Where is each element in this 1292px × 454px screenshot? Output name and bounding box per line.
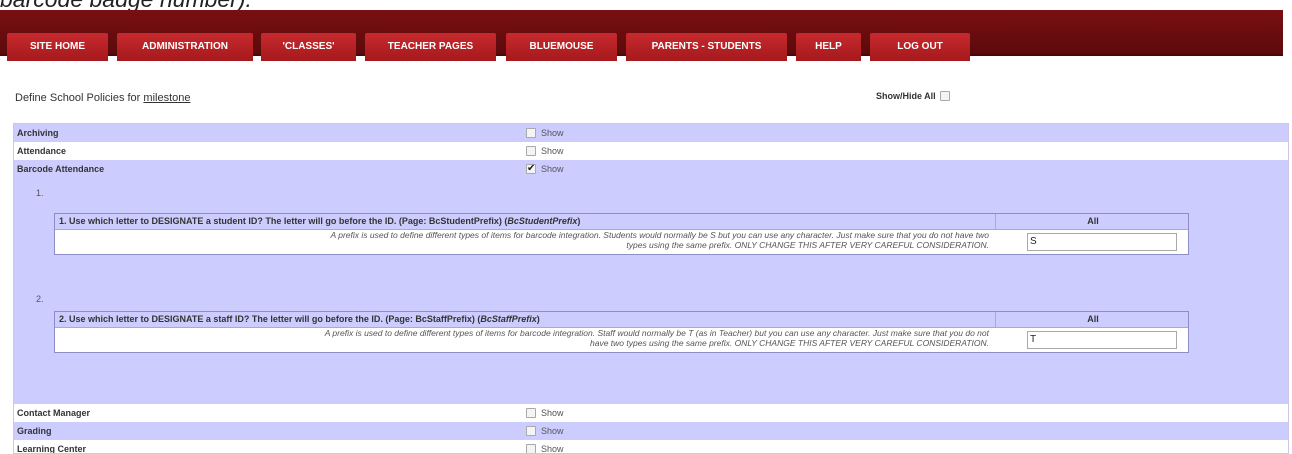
category-show-toggle[interactable]: ✔ Show — [526, 160, 564, 178]
show-checkbox[interactable] — [526, 408, 536, 418]
show-hide-all-checkbox[interactable] — [939, 91, 950, 101]
category-show-toggle[interactable]: Show — [526, 124, 564, 142]
category-row-archiving: Archiving Show — [14, 124, 1288, 142]
category-row-contact-manager: Contact Manager Show — [14, 404, 1288, 422]
setting-scope-header: All — [995, 214, 1190, 229]
category-show-toggle[interactable]: Show — [526, 404, 564, 422]
page-title: Define School Policies for milestone — [15, 92, 190, 104]
setting-card-staff-prefix: 2. Use which letter to DESIGNATE a staff… — [54, 311, 1189, 353]
show-label: Show — [541, 146, 564, 156]
setting-number: 2. — [36, 294, 44, 304]
category-label: Attendance — [17, 146, 67, 156]
category-row-barcode-attendance: Barcode Attendance ✔ Show — [14, 160, 1288, 178]
tab-administration[interactable]: ADMINISTRATION — [117, 33, 253, 61]
category-label: Grading — [17, 426, 52, 436]
setting-header: 1. Use which letter to DESIGNATE a stude… — [55, 214, 1188, 230]
top-navigation: SITE HOME ADMINISTRATION 'CLASSES' TEACH… — [0, 10, 1283, 61]
show-checkbox[interactable] — [526, 426, 536, 436]
tab-bluemouse[interactable]: BLUEMOUSE — [506, 33, 617, 61]
setting-number: 1. — [36, 188, 44, 198]
category-show-toggle[interactable]: Show — [526, 440, 564, 454]
category-label: Archiving — [17, 128, 59, 138]
tab-parents-students[interactable]: PARENTS - STUDENTS — [626, 33, 787, 61]
show-hide-all: Show/Hide All — [876, 91, 950, 101]
category-row-attendance: Attendance Show — [14, 142, 1288, 160]
setting-question: 1. Use which letter to DESIGNATE a stude… — [59, 216, 581, 226]
category-row-grading: Grading Show — [14, 422, 1288, 440]
setting-header: 2. Use which letter to DESIGNATE a staff… — [55, 312, 1188, 328]
tab-help[interactable]: HELP — [796, 33, 861, 61]
staff-prefix-input[interactable]: T — [1027, 331, 1177, 349]
show-label: Show — [541, 128, 564, 138]
setting-description: A prefix is used to define different typ… — [324, 328, 989, 348]
tab-site-home[interactable]: SITE HOME — [7, 33, 108, 61]
setting-card-student-prefix: 1. Use which letter to DESIGNATE a stude… — [54, 213, 1189, 255]
page-title-text: Define School Policies for — [15, 92, 141, 104]
school-link[interactable]: milestone — [143, 92, 190, 104]
show-checkbox[interactable] — [526, 146, 536, 156]
show-label: Show — [541, 408, 564, 418]
category-label: Contact Manager — [17, 408, 91, 418]
student-prefix-input[interactable]: S — [1027, 233, 1177, 251]
setting-description: A prefix is used to define different typ… — [330, 230, 989, 250]
category-row-learning-center: Learning Center Show — [14, 440, 1288, 454]
setting-question: 2. Use which letter to DESIGNATE a staff… — [59, 314, 540, 324]
barcode-attendance-settings: 1. 1. Use which letter to DESIGNATE a st… — [14, 178, 1288, 404]
category-show-toggle[interactable]: Show — [526, 422, 564, 440]
category-show-toggle[interactable]: Show — [526, 142, 564, 160]
show-checkbox[interactable] — [526, 128, 536, 138]
category-label: Learning Center — [17, 444, 87, 454]
tab-classes[interactable]: 'CLASSES' — [261, 33, 356, 61]
category-label: Barcode Attendance — [17, 164, 105, 174]
setting-scope-header: All — [995, 312, 1190, 327]
show-checkbox[interactable] — [526, 444, 536, 453]
show-hide-all-label: Show/Hide All — [876, 91, 936, 101]
tab-teacher-pages[interactable]: TEACHER PAGES — [365, 33, 496, 61]
show-label: Show — [541, 444, 564, 454]
policy-category-list: Archiving Show Attendance Show Barcode A… — [13, 123, 1289, 454]
show-label: Show — [541, 426, 564, 436]
show-checkbox-checked[interactable]: ✔ — [526, 164, 536, 174]
tab-log-out[interactable]: LOG OUT — [870, 33, 970, 61]
show-label: Show — [541, 164, 564, 174]
